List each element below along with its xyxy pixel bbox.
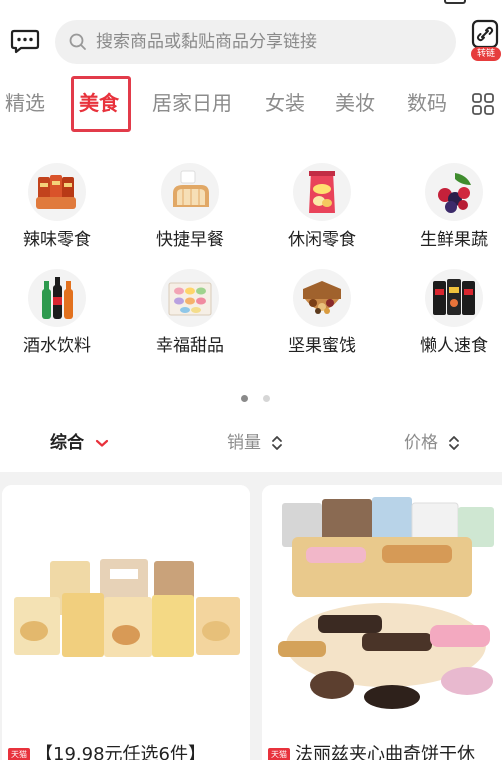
convert-badge: 转链 [471,47,501,61]
category-label: 生鲜果蔬 [420,230,488,250]
sort-label: 价格 [404,433,438,453]
tab-featured[interactable]: 精选 [5,88,45,118]
chips-bag-icon [293,163,351,221]
chevron-down-icon [95,439,109,447]
sort-label: 综合 [50,433,84,453]
search-icon [69,33,86,50]
message-button[interactable] [10,26,40,56]
product-title-text: 法丽兹夹心曲奇饼干休 [295,744,475,760]
page-dot [263,395,270,402]
category-drinks[interactable]: 酒水饮料 [2,269,112,365]
sort-bar: 综合 销量 价格 [0,425,502,461]
nuts-box-icon [293,269,351,327]
grid-icon [472,93,494,115]
status-bar [0,0,502,8]
product-image [262,485,502,735]
sort-label: 销量 [227,433,261,453]
category-label: 辣味零食 [23,230,91,250]
tmall-badge: 天猫 [8,748,30,760]
sort-updown-icon [272,436,283,450]
message-icon [10,29,40,54]
category-nuts[interactable]: 坚果蜜饯 [267,269,377,365]
tmall-badge: 天猫 [268,748,290,760]
category-label: 懒人速食 [420,336,488,356]
all-categories-button[interactable] [472,93,494,115]
berries-icon [425,163,483,221]
tab-food[interactable]: 美食 [79,88,119,118]
product-title-text: 【19.98元任选6件】 [35,744,206,760]
tab-home-daily[interactable]: 居家日用 [152,88,232,118]
search-bar[interactable]: 搜索商品或黏贴商品分享链接 [55,20,456,64]
tab-digital[interactable]: 数码 [407,88,447,118]
category-label: 酒水饮料 [23,336,91,356]
tab-womens-wear[interactable]: 女装 [265,88,305,118]
category-desserts[interactable]: 幸福甜品 [135,269,245,365]
spicy-snack-icon [28,163,86,221]
category-label: 休闲零食 [288,230,356,250]
product-card[interactable]: 天猫 法丽兹夹心曲奇饼干休 [262,485,502,760]
product-title: 天猫 【19.98元任选6件】 [8,743,248,760]
category-quick-breakfast[interactable]: 快捷早餐 [135,163,245,259]
sort-price[interactable]: 价格 [404,431,460,455]
category-label: 坚果蜜饯 [288,336,356,356]
category-tabs: 精选 美食 居家日用 女装 美妆 数码 [0,76,502,132]
category-fresh-produce[interactable]: 生鲜果蔬 [399,163,502,259]
app-screen: 搜索商品或黏贴商品分享链接 转链 精选 美食 居家日用 女装 美妆 数码 辣味零… [0,0,502,760]
category-instant-food[interactable]: 懒人速食 [399,269,502,365]
convert-link-button[interactable]: 转链 [468,18,502,66]
sort-updown-icon [449,436,460,450]
category-leisure-snacks[interactable]: 休闲零食 [267,163,377,259]
category-spicy-snacks[interactable]: 辣味零食 [2,163,112,259]
sort-comprehensive[interactable]: 综合 [50,431,109,455]
category-label: 幸福甜品 [156,336,224,356]
page-dot-active [241,395,248,402]
page-indicator [0,393,502,403]
bottles-icon [28,269,86,327]
status-indicator-icon [444,0,466,4]
bread-icon [161,163,219,221]
sort-sales[interactable]: 销量 [227,431,283,455]
product-image [2,485,250,735]
product-title: 天猫 法丽兹夹心曲奇饼干休 [268,743,502,760]
search-placeholder: 搜索商品或黏贴商品分享链接 [96,32,317,52]
category-label: 快捷早餐 [156,230,224,250]
product-card[interactable]: 天猫 【19.98元任选6件】 [2,485,250,760]
top-bar: 搜索商品或黏贴商品分享链接 转链 [0,14,502,70]
macaron-icon [161,269,219,327]
tab-beauty[interactable]: 美妆 [335,88,375,118]
instant-noodles-icon [425,269,483,327]
